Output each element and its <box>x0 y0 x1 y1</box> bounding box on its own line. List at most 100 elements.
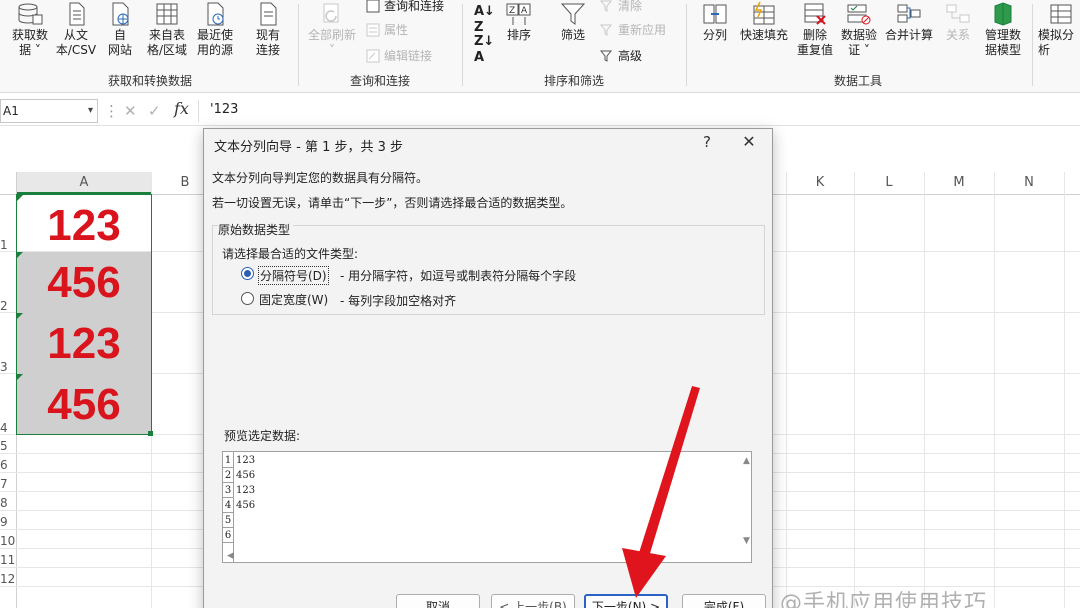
sort-descending-button[interactable]: Z↓ A <box>474 34 494 66</box>
scroll-down-icon[interactable]: ▼ <box>743 536 750 546</box>
advanced-filter-icon <box>599 50 613 62</box>
preview-line-number: 6 <box>223 530 233 543</box>
refresh-icon <box>323 3 339 23</box>
ribbon-separator <box>462 4 463 86</box>
delimited-radio[interactable] <box>241 267 254 280</box>
wizard-hint: 若一切设置无误，请单击“下一步”，否则请选择最合适的数据类型。 <box>212 196 573 210</box>
ribbon-separator <box>1032 4 1033 86</box>
row-header[interactable]: 1 <box>0 238 16 252</box>
formula-input[interactable]: '123 <box>210 102 238 117</box>
grid-line <box>786 172 787 608</box>
row-header[interactable]: 10 <box>0 534 16 548</box>
column-header-a[interactable]: A <box>17 172 151 194</box>
row-header[interactable]: 9 <box>0 515 16 529</box>
refresh-all-button[interactable]: 全部刷新 ˅ <box>304 2 360 58</box>
cancel-formula-icon[interactable]: ✕ <box>124 102 137 120</box>
row-header[interactable]: 4 <box>0 421 16 435</box>
wizard-intro: 文本分列向导判定您的数据具有分隔符。 <box>212 171 429 185</box>
enter-formula-icon[interactable]: ✓ <box>148 102 161 120</box>
more-options-icon[interactable]: ⋮ <box>104 102 119 120</box>
close-icon[interactable]: ✕ <box>736 132 762 151</box>
delimited-label[interactable]: 分隔符号(D) <box>258 266 329 285</box>
data-preview[interactable]: 1 2 3 4 5 6 123 456 123 456 ▲ ▼ ◀ <box>222 451 752 563</box>
preview-row: 456 <box>236 500 256 511</box>
from-table-button[interactable]: 来自表 格/区域 <box>144 2 190 58</box>
column-header-k[interactable]: K <box>786 172 854 194</box>
from-text-csv-button[interactable]: 从文 本/CSV <box>54 2 98 58</box>
delimited-description: - 用分隔字符，如逗号或制表符分隔每个字段 <box>340 269 577 283</box>
recent-sources-button[interactable]: 最近使 用的源 <box>192 2 238 58</box>
properties-button[interactable]: 属性 <box>366 22 408 38</box>
name-box[interactable]: A1 ▾ <box>0 99 98 123</box>
formula-bar: A1 ▾ ⋮ ✕ ✓ fx '123 <box>0 96 1080 126</box>
filter-button[interactable]: 筛选 <box>556 2 590 43</box>
back-button[interactable]: < 上一步(B) <box>491 594 575 608</box>
data-model-icon <box>994 2 1012 26</box>
funnel-icon <box>560 3 586 25</box>
row-header[interactable]: 2 <box>0 299 16 313</box>
row-header[interactable]: 12 <box>0 572 16 586</box>
properties-icon <box>366 23 380 37</box>
sort-button[interactable]: ZA 排序 <box>502 2 536 43</box>
fill-handle[interactable] <box>148 431 153 436</box>
excel-window: 获取数 据 ˅ 从文 本/CSV 自 网站 来自表 格/区域 最近使 用的源 现… <box>0 0 1080 608</box>
preview-line-number: 4 <box>223 500 233 513</box>
grid-line <box>854 172 855 608</box>
column-header-m[interactable]: M <box>924 172 994 194</box>
edit-links-button[interactable]: 编辑链接 <box>366 48 432 64</box>
advanced-filter-button[interactable]: 高级 <box>599 48 642 64</box>
ribbon-separator <box>686 4 687 86</box>
recent-file-icon <box>207 2 224 26</box>
flash-fill-button[interactable]: 快速填充 <box>738 2 790 43</box>
get-data-button[interactable]: 获取数 据 ˅ <box>8 2 52 58</box>
fixed-width-description: - 每列字段加空格对齐 <box>340 294 457 308</box>
group-label-queries: 查询和连接 <box>349 74 410 88</box>
row-header[interactable]: 6 <box>0 458 16 472</box>
group-label-sort-filter: 排序和筛选 <box>543 74 604 88</box>
flash-fill-icon <box>753 2 775 25</box>
text-to-columns-button[interactable]: 分列 <box>696 2 734 43</box>
remove-duplicates-button[interactable]: 删除 重复值 <box>794 2 836 58</box>
web-page-icon <box>112 2 129 26</box>
remove-duplicates-icon <box>804 3 826 25</box>
scroll-up-icon[interactable]: ▲ <box>743 456 750 466</box>
database-icon <box>18 3 43 25</box>
manage-data-model-button[interactable]: 管理数 据模型 <box>980 2 1026 58</box>
selection-border <box>16 194 152 435</box>
row-header[interactable]: 3 <box>0 360 16 374</box>
edit-links-icon <box>366 49 380 63</box>
row-header[interactable]: 5 <box>0 439 16 453</box>
preview-line-numbers: 1 2 3 4 5 6 <box>223 452 234 562</box>
help-icon[interactable]: ? <box>696 133 718 151</box>
finish-button[interactable]: 完成(F) <box>682 594 766 608</box>
data-validation-icon <box>847 4 871 25</box>
column-header-n[interactable]: N <box>994 172 1064 194</box>
preview-line-number: 5 <box>223 515 233 528</box>
existing-connections-button[interactable]: 现有 连接 <box>248 2 288 58</box>
consolidate-button[interactable]: 合并计算 <box>882 2 936 43</box>
preview-vertical-scrollbar[interactable]: ▲ ▼ <box>739 452 751 562</box>
row-header[interactable]: 7 <box>0 477 16 491</box>
fixed-width-label[interactable]: 固定宽度(W) <box>259 291 328 308</box>
next-button[interactable]: 下一步(N) > <box>584 594 668 608</box>
column-header-l[interactable]: L <box>854 172 924 194</box>
chevron-down-icon[interactable]: ▾ <box>88 100 93 122</box>
formula-divider <box>198 100 199 122</box>
row-header[interactable]: 11 <box>0 553 16 567</box>
relationships-button[interactable]: 关系 <box>940 2 976 43</box>
row-header[interactable]: 8 <box>0 496 16 510</box>
fixed-width-radio[interactable] <box>241 292 254 305</box>
data-validation-button[interactable]: 数据验 证 ˅ <box>838 2 880 58</box>
cancel-button[interactable]: 取消 <box>396 594 480 608</box>
grid-line <box>924 172 925 608</box>
from-web-button[interactable]: 自 网站 <box>102 2 138 58</box>
scroll-left-icon[interactable]: ◀ <box>227 551 234 561</box>
sort-ascending-button[interactable]: A↓ Z <box>474 4 495 36</box>
queries-connections-button[interactable]: 查询和连接 <box>366 0 444 14</box>
reapply-button[interactable]: 重新应用 <box>599 22 666 38</box>
clear-filter-button[interactable]: 清除 <box>599 0 642 14</box>
ribbon: 获取数 据 ˅ 从文 本/CSV 自 网站 来自表 格/区域 最近使 用的源 现… <box>0 0 1080 93</box>
watermark: @手机应用使用技巧 <box>780 591 988 608</box>
insert-function-icon[interactable]: fx <box>174 99 189 118</box>
what-if-analysis-button[interactable]: 模拟分 析 <box>1038 2 1080 58</box>
